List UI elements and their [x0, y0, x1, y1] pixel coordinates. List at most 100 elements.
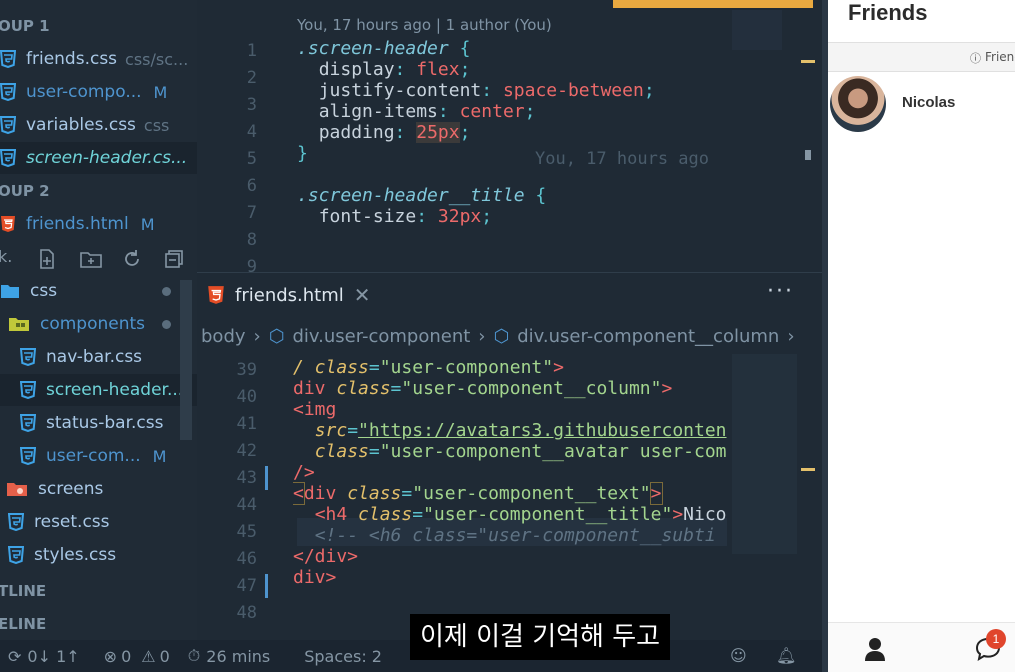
- sidebar-scrollbar[interactable]: [180, 280, 192, 440]
- chevron-right-icon: ›: [787, 326, 795, 347]
- css-file-icon: [0, 116, 16, 134]
- notification-bell-icon[interactable]: 🔔︎: [776, 646, 796, 665]
- tab-friends-html[interactable]: friends.html ✕: [207, 283, 371, 307]
- modified-dot: [162, 320, 171, 329]
- tree-file-status-bar[interactable]: status-bar.css: [0, 407, 197, 439]
- css-code-block: .screen-header { display: flex; justify-…: [297, 38, 655, 227]
- git-change-marker: [265, 574, 268, 598]
- css-file-icon: [0, 50, 16, 68]
- css-file-icon: [20, 381, 36, 399]
- css-file-icon: [20, 447, 36, 465]
- screens-folder-icon: [7, 483, 27, 496]
- minimap-marker: [801, 468, 815, 471]
- session-time[interactable]: 26 mins: [206, 647, 270, 666]
- css-file-icon: [20, 414, 36, 432]
- feedback-icon[interactable]: ☺: [730, 646, 747, 665]
- line-number: 8: [246, 230, 257, 250]
- element-icon: ⬡: [493, 326, 510, 347]
- line-number: 3: [246, 95, 257, 115]
- collapse-all-icon[interactable]: [163, 248, 185, 270]
- modified-dot: [162, 287, 171, 296]
- tree-file-nav-bar[interactable]: nav-bar.css: [0, 341, 197, 373]
- tree-file-styles[interactable]: styles.css: [0, 539, 197, 571]
- timeline-section-header[interactable]: ELINE: [0, 608, 195, 640]
- html-file-icon: [1, 216, 15, 232]
- html-editor-pane[interactable]: friends.html ✕ ··· body › ⬡ div.user-com…: [197, 272, 827, 640]
- css-file-icon: [0, 83, 16, 101]
- line-number: 44: [236, 495, 257, 515]
- open-editor-friends-html[interactable]: friends.html M: [0, 208, 197, 240]
- tab-bar: friends.html ✕ ···: [197, 272, 827, 320]
- explorer-sidebar: OUP 1 friends.css css/sc... user-compo...…: [0, 0, 197, 640]
- css-file-icon: [0, 149, 16, 167]
- tab-label: friends.html: [235, 284, 344, 306]
- error-icon[interactable]: ⊗: [104, 647, 117, 666]
- indentation-status[interactable]: Spaces: 2: [304, 647, 382, 666]
- line-number: 2: [246, 68, 257, 88]
- breadcrumb-item[interactable]: body: [201, 326, 246, 347]
- refresh-icon[interactable]: [121, 248, 143, 270]
- breadcrumb-item[interactable]: div.user-component__column: [517, 326, 779, 347]
- css-editor-pane[interactable]: You, 17 hours ago | 1 author (You) 1 2 3…: [197, 0, 827, 272]
- line-number: 4: [246, 122, 257, 142]
- tree-file-screen-header[interactable]: screen-header....: [0, 374, 197, 406]
- notice-bar: ⓘ Frienc: [828, 42, 1015, 72]
- open-editor-user-component[interactable]: user-compo... M: [0, 76, 197, 108]
- git-blame-header: You, 17 hours ago | 1 author (You): [297, 16, 552, 34]
- line-number: 46: [236, 549, 257, 569]
- warning-icon[interactable]: ⚠: [141, 647, 155, 666]
- element-icon: ⬡: [268, 326, 285, 347]
- explorer-toolbar: k.: [0, 245, 197, 273]
- page-title: Friends: [848, 0, 928, 25]
- css-folder-icon: [1, 285, 19, 298]
- bottom-nav: 1: [828, 622, 1015, 672]
- open-editor-variables-css[interactable]: variables.css css: [0, 109, 197, 141]
- git-change-marker: [265, 466, 268, 490]
- tree-file-reset[interactable]: reset.css: [0, 506, 197, 538]
- notice-text: Frienc: [985, 50, 1015, 64]
- line-number: 39: [236, 360, 257, 380]
- sync-icon[interactable]: ⟳: [8, 647, 21, 666]
- minimap[interactable]: [732, 354, 797, 554]
- minimap-marker: [801, 60, 815, 63]
- inline-blame: You, 17 hours ago: [535, 149, 709, 169]
- line-number: 48: [236, 603, 257, 623]
- tree-folder-components[interactable]: components: [0, 308, 197, 340]
- person-icon[interactable]: [864, 637, 886, 661]
- notification-badge: 1: [986, 629, 1006, 649]
- friends-app-preview: Friends ⓘ Frienc Nicolas 1: [828, 0, 1015, 672]
- line-number: 9: [246, 257, 257, 272]
- history-icon: ⏱: [187, 646, 201, 665]
- css-file-icon: [8, 513, 24, 531]
- new-file-icon[interactable]: [36, 248, 58, 270]
- group2-header[interactable]: OUP 2: [0, 175, 195, 207]
- line-number: 5: [246, 149, 257, 169]
- video-subtitle: 이제 이걸 기억해 두고: [410, 614, 671, 660]
- open-editor-friends-css[interactable]: friends.css css/sc...: [0, 43, 197, 75]
- breadcrumb: body › ⬡ div.user-component › ⬡ div.user…: [201, 326, 795, 347]
- avatar: [830, 76, 886, 132]
- line-number: 40: [236, 387, 257, 407]
- breadcrumb-item[interactable]: div.user-component: [292, 326, 470, 347]
- close-icon[interactable]: ✕: [354, 283, 371, 307]
- scrollbar-thumb[interactable]: [805, 150, 811, 160]
- more-actions-icon[interactable]: ···: [767, 279, 794, 304]
- group1-header[interactable]: OUP 1: [0, 10, 195, 42]
- open-editor-screen-header[interactable]: screen-header.cs...: [0, 142, 197, 174]
- css-file-icon: [20, 348, 36, 366]
- warning-count[interactable]: 0: [160, 647, 170, 666]
- outline-section-header[interactable]: TLINE: [0, 575, 195, 607]
- components-folder-icon: [9, 318, 29, 331]
- tree-folder-screens[interactable]: screens: [0, 473, 197, 505]
- line-number: 45: [236, 522, 257, 542]
- minimap[interactable]: [732, 10, 782, 50]
- tree-folder-css[interactable]: css: [0, 275, 197, 307]
- friend-list-item[interactable]: Nicolas: [828, 72, 1015, 136]
- new-folder-icon[interactable]: [79, 248, 103, 270]
- sync-status[interactable]: 0↓ 1↑: [27, 647, 79, 666]
- html-file-icon: [208, 286, 224, 304]
- error-count[interactable]: 0: [121, 647, 131, 666]
- line-number: 7: [246, 203, 257, 223]
- tree-file-user-component[interactable]: user-com... M: [0, 440, 197, 472]
- line-number: 1: [246, 41, 257, 61]
